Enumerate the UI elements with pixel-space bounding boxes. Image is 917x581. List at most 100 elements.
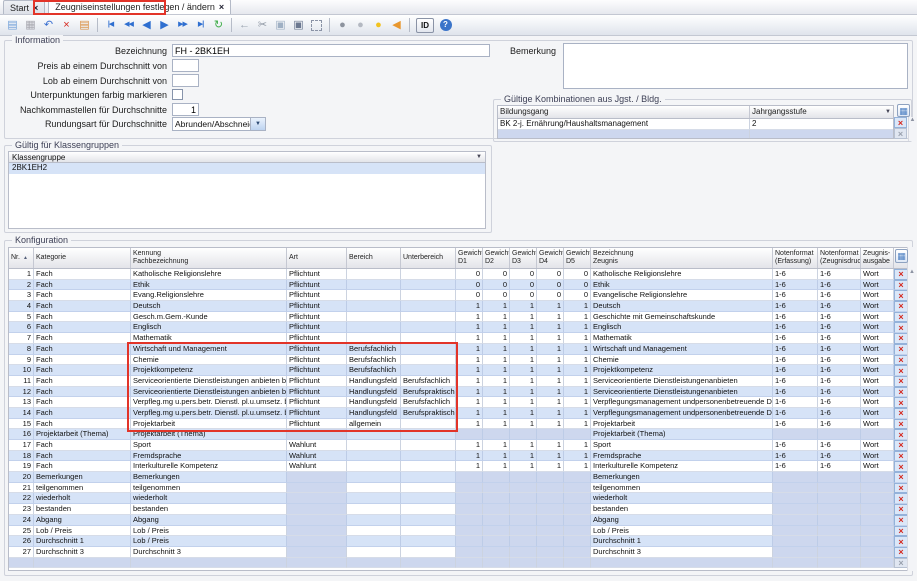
cell-nf-zeugnisdruck[interactable]: 1-6 xyxy=(818,397,861,408)
cell-d2[interactable]: 1 xyxy=(483,322,510,334)
cell-nr[interactable]: 15 xyxy=(9,418,34,430)
cell-kennung[interactable]: Verpfleg.mg u.pers.betr. Dienstl. pl.u.u… xyxy=(131,407,287,419)
cell-d5[interactable]: 1 xyxy=(564,450,591,462)
delete-row-button[interactable]: × xyxy=(894,407,908,419)
cell-d3[interactable] xyxy=(510,493,537,505)
cell-art[interactable]: Pflichtunt xyxy=(287,322,347,334)
kombination-row[interactable] xyxy=(498,130,893,138)
cell-d2[interactable]: 1 xyxy=(483,375,510,387)
cell-bezeichnung[interactable]: Projektarbeit xyxy=(591,418,773,430)
cell-nf-erfassung[interactable] xyxy=(773,536,818,547)
cell-d2[interactable] xyxy=(483,504,510,515)
cell-d5[interactable]: 0 xyxy=(564,269,591,280)
cell-kennung[interactable]: Verpfleg.mg u.pers.betr. Dienstl. pl.u.u… xyxy=(131,397,287,408)
cell-art[interactable]: Pflichtunt xyxy=(287,407,347,419)
cell-kategorie[interactable]: Fach xyxy=(34,407,131,419)
cell-unterbereich[interactable] xyxy=(401,514,456,526)
cell-bezeichnung[interactable]: Abgang xyxy=(591,514,773,526)
table-row[interactable]: 13 Fach Verpfleg.mg u.pers.betr. Dienstl. … xyxy=(9,397,916,408)
cell-art[interactable]: Wahlunt xyxy=(287,461,347,473)
cell-nf-zeugnisdruck[interactable] xyxy=(818,504,861,515)
cell-d2[interactable] xyxy=(483,536,510,547)
cell-nf-erfassung[interactable]: 1-6 xyxy=(773,461,818,473)
cell-kennung[interactable]: teilgenommen xyxy=(131,482,287,494)
cell-unterbereich[interactable] xyxy=(401,440,456,451)
announce-icon[interactable]: ◀ xyxy=(388,17,405,33)
table-row[interactable]: 21 teilgenommen teilgenommen teilgenommen × xyxy=(9,482,916,494)
delete-row-button[interactable]: × xyxy=(894,461,908,473)
cell-d1[interactable]: 1 xyxy=(456,311,483,323)
cell-d3[interactable] xyxy=(510,536,537,547)
cell-unterbereich[interactable]: Berufspraktisch xyxy=(401,386,456,398)
cell-d4[interactable]: 1 xyxy=(537,386,564,398)
cell-d3[interactable] xyxy=(510,514,537,526)
delete-row-button[interactable]: × xyxy=(894,269,908,280)
cell-d3[interactable]: 1 xyxy=(510,397,537,408)
cell-nr[interactable]: 27 xyxy=(9,546,34,558)
cell-d3[interactable] xyxy=(510,472,537,483)
cell-d5[interactable] xyxy=(564,557,591,569)
cell-bereich[interactable] xyxy=(347,546,401,558)
shape-icon[interactable]: ● xyxy=(352,17,369,33)
close-tab-icon[interactable]: × xyxy=(33,3,38,12)
delete-row-button[interactable]: × xyxy=(894,311,908,323)
cell-nf-erfassung[interactable] xyxy=(773,557,818,569)
prior-record-icon[interactable]: ◀ xyxy=(138,17,155,33)
cell-d3[interactable]: 1 xyxy=(510,311,537,323)
delete-row-button[interactable]: × xyxy=(894,504,908,515)
undo-icon[interactable]: ↶ xyxy=(40,17,57,33)
cell-ausgabe[interactable] xyxy=(861,472,894,483)
cell-nr[interactable]: 14 xyxy=(9,407,34,419)
hint-icon[interactable]: ● xyxy=(370,17,387,33)
cell-unterbereich[interactable] xyxy=(401,301,456,312)
cell-nr[interactable]: 20 xyxy=(9,472,34,483)
cell-unterbereich[interactable] xyxy=(401,482,456,494)
cell-nf-erfassung[interactable] xyxy=(773,482,818,494)
cell-kennung[interactable]: Lob / Preis xyxy=(131,525,287,537)
cell-d2[interactable] xyxy=(483,557,510,569)
cell-nf-erfassung[interactable]: 1-6 xyxy=(773,279,818,291)
cell-d5[interactable]: 0 xyxy=(564,290,591,302)
cell-ausgabe[interactable]: Wort xyxy=(861,375,894,387)
cell-nf-erfassung[interactable]: 1-6 xyxy=(773,290,818,302)
cell-nf-erfassung[interactable] xyxy=(773,504,818,515)
cell-unterbereich[interactable] xyxy=(401,418,456,430)
cell-d2[interactable]: 1 xyxy=(483,386,510,398)
cell-d1[interactable]: 1 xyxy=(456,386,483,398)
cell-ausgabe[interactable]: Wort xyxy=(861,301,894,312)
cell-bezeichnung[interactable]: Ethik xyxy=(591,279,773,291)
cell-nf-erfassung[interactable]: 1-6 xyxy=(773,322,818,334)
cell-ausgabe[interactable]: Wort xyxy=(861,333,894,344)
cell-bezeichnung[interactable]: Wirtschaft und Management xyxy=(591,343,773,355)
cell-bereich[interactable] xyxy=(347,440,401,451)
tab-start[interactable]: Start × xyxy=(3,0,46,14)
cell-unterbereich[interactable]: Berufsfachlich xyxy=(401,375,456,387)
delete-row-button[interactable]: × xyxy=(894,397,908,408)
cell-bereich[interactable]: Berufsfachlich xyxy=(347,354,401,366)
cell-nf-zeugnisdruck[interactable]: 1-6 xyxy=(818,354,861,366)
cell-bereich[interactable] xyxy=(347,536,401,547)
cell-ausgabe[interactable]: Wort xyxy=(861,269,894,280)
cell-d3[interactable]: 1 xyxy=(510,461,537,473)
cell-bezeichnung[interactable]: bestanden xyxy=(591,504,773,515)
column-header-d4[interactable]: Gewicht D4 xyxy=(537,248,564,268)
preis-input[interactable] xyxy=(172,59,199,72)
cell-nf-erfassung[interactable] xyxy=(773,514,818,526)
cell-d5[interactable] xyxy=(564,493,591,505)
cell-ausgabe[interactable]: Wort xyxy=(861,440,894,451)
column-header-jahrgangsstufe[interactable]: Jahrgangsstufe ▼ xyxy=(750,106,893,118)
select-icon[interactable] xyxy=(308,17,325,33)
cell-ausgabe[interactable]: Wort xyxy=(861,397,894,408)
cell-nf-erfassung[interactable] xyxy=(773,493,818,505)
delete-row-button[interactable]: × xyxy=(894,536,908,547)
cell-unterbereich[interactable] xyxy=(401,504,456,515)
konfiguration-scrollbar[interactable]: ▲ xyxy=(907,247,916,571)
cell-bezeichnung[interactable]: Verpflegungsmanagement undpersonenbetreu… xyxy=(591,407,773,419)
cell-d3[interactable]: 1 xyxy=(510,375,537,387)
cell-unterbereich[interactable]: Berufspraktisch xyxy=(401,407,456,419)
cell-d1[interactable] xyxy=(456,557,483,569)
cell-nf-zeugnisdruck[interactable]: 1-6 xyxy=(818,386,861,398)
delete-row-button[interactable]: × xyxy=(894,386,908,398)
cell-bereich[interactable] xyxy=(347,269,401,280)
cell-d4[interactable]: 1 xyxy=(537,311,564,323)
